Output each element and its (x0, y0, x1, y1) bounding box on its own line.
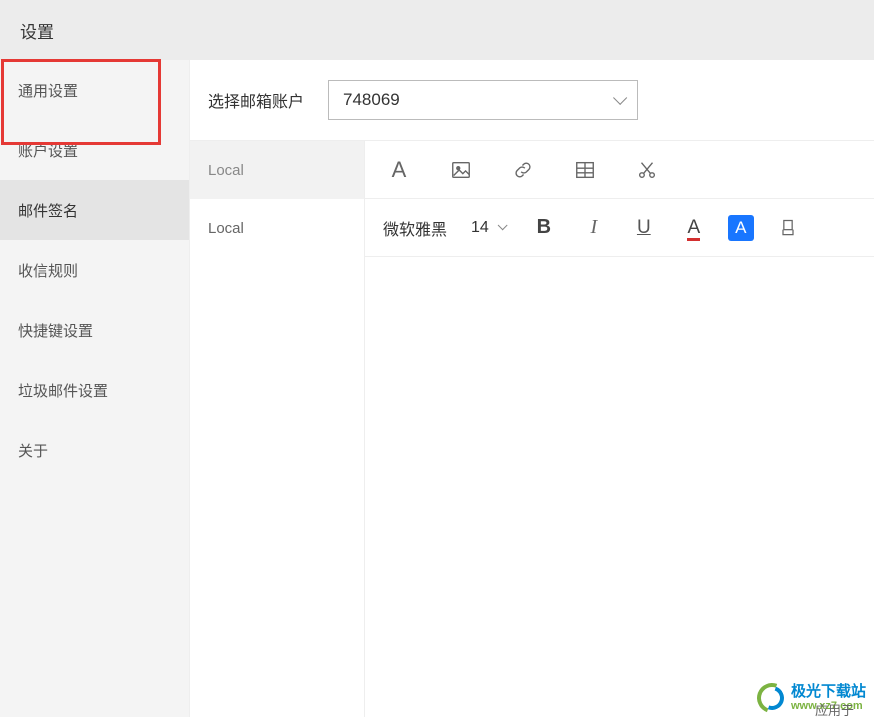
text-style-button[interactable]: A (383, 154, 415, 186)
toolbar-row-2: 微软雅黑 14 B I U A A (365, 199, 874, 257)
sidebar-item-general[interactable]: 通用设置 (0, 60, 189, 120)
sidebar: 通用设置 账户设置 邮件签名 收信规则 快捷键设置 垃圾邮件设置 关于 (0, 60, 190, 717)
text-color-button[interactable]: A (678, 212, 710, 244)
signature-item[interactable]: Local (190, 141, 364, 199)
cut-button[interactable] (631, 154, 663, 186)
account-selector-row: 选择邮箱账户 748069 (190, 60, 874, 140)
page-title: 设置 (20, 18, 54, 43)
sidebar-item-signature[interactable]: 邮件签名 (0, 180, 189, 240)
account-select-value: 748069 (343, 90, 400, 110)
sidebar-item-label: 通用设置 (18, 80, 78, 101)
text-style-icon: A (392, 157, 407, 183)
signature-item-label: Local (208, 220, 244, 237)
sidebar-item-rules[interactable]: 收信规则 (0, 240, 189, 300)
account-selector-label: 选择邮箱账户 (208, 88, 304, 112)
watermark-cn: 极光下载站 (791, 684, 866, 701)
font-family-select[interactable]: 微软雅黑 (383, 216, 447, 240)
content: 选择邮箱账户 748069 Local Local A (190, 60, 874, 717)
sidebar-item-label: 快捷键设置 (18, 320, 93, 341)
signature-list: Local Local (190, 141, 365, 717)
italic-button[interactable]: I (578, 212, 610, 244)
main: 通用设置 账户设置 邮件签名 收信规则 快捷键设置 垃圾邮件设置 关于 选择邮箱… (0, 60, 874, 717)
signature-item[interactable]: Local (190, 199, 364, 257)
toolbar-row-1: A (365, 141, 874, 199)
editor-body[interactable] (365, 257, 874, 717)
background-color-button[interactable]: A (728, 215, 754, 241)
sidebar-item-account[interactable]: 账户设置 (0, 120, 189, 180)
link-icon (512, 159, 534, 181)
signature-item-label: Local (208, 162, 244, 179)
footer-partial-text: 应用于 (815, 700, 854, 719)
sidebar-item-label: 关于 (18, 440, 48, 461)
underline-button[interactable]: U (628, 212, 660, 244)
chevron-down-icon (497, 220, 507, 230)
insert-image-button[interactable] (445, 154, 477, 186)
bold-button[interactable]: B (528, 212, 560, 244)
insert-link-button[interactable] (507, 154, 539, 186)
account-select[interactable]: 748069 (328, 80, 638, 120)
sidebar-item-label: 邮件签名 (18, 200, 78, 221)
sidebar-item-label: 收信规则 (18, 260, 78, 281)
insert-table-button[interactable] (569, 154, 601, 186)
watermark-logo (757, 683, 787, 713)
sidebar-item-about[interactable]: 关于 (0, 420, 189, 480)
font-size-select[interactable]: 14 (465, 215, 510, 241)
sidebar-item-label: 账户设置 (18, 140, 78, 161)
settings-header: 设置 (0, 0, 874, 60)
highlight-icon (778, 218, 798, 238)
editor-row: Local Local A (190, 140, 874, 717)
sidebar-item-shortcuts[interactable]: 快捷键设置 (0, 300, 189, 360)
editor-pane: A (365, 141, 874, 717)
highlight-button[interactable] (772, 212, 804, 244)
scissors-icon (636, 159, 658, 181)
table-icon (574, 159, 596, 181)
image-icon (450, 159, 472, 181)
sidebar-item-label: 垃圾邮件设置 (18, 380, 108, 401)
font-size-value: 14 (471, 219, 489, 237)
sidebar-item-spam[interactable]: 垃圾邮件设置 (0, 360, 189, 420)
chevron-down-icon (613, 91, 627, 105)
